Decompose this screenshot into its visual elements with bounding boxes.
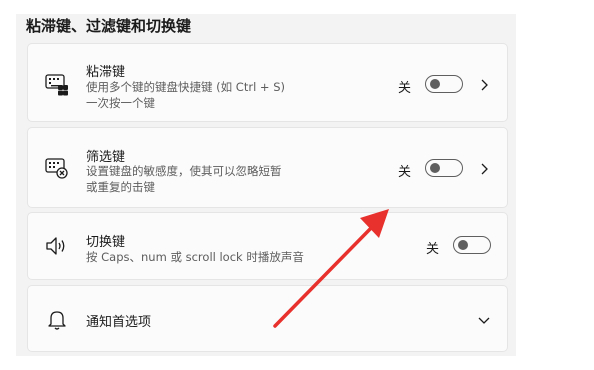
annotation-arrow <box>273 209 389 328</box>
